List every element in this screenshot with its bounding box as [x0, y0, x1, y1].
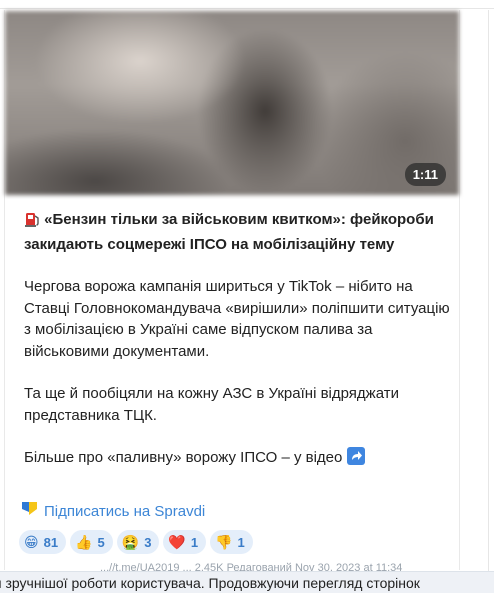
reaction-thumbs-up[interactable]: 👍 5	[70, 530, 113, 554]
ukraine-flag-check-icon	[20, 500, 40, 522]
post-text: «Бензин тільки за військовим квитком»: ф…	[24, 209, 454, 472]
post-paragraph-2: Та ще й пообіцяли на кожну АЗС в Україні…	[24, 385, 399, 424]
post-paragraph-3: Більше про «паливну» ворожу ІПСО – у від…	[24, 447, 454, 472]
reaction-count: 5	[97, 534, 105, 550]
scrollbar-track[interactable]	[488, 10, 489, 575]
reaction-vomit[interactable]: 🤮 3	[116, 530, 160, 554]
heart-emoji-icon: ❤️	[168, 534, 186, 550]
cookie-banner: я зручнішої роботи користувача. Продовжу…	[0, 571, 494, 593]
post-headline-text: «Бензин тільки за військовим квитком»: ф…	[24, 211, 434, 253]
subscribe-link[interactable]: Підписатись на Spravdi	[20, 500, 205, 522]
thumbs-down-emoji-icon: 👎	[215, 534, 233, 550]
top-divider	[0, 8, 494, 9]
reaction-heart[interactable]: ❤️ 1	[163, 530, 207, 554]
reactions-bar: 😁 81 👍 5 🤮 3 ❤️ 1 👎 1	[19, 530, 253, 554]
reaction-count: 1	[237, 534, 245, 550]
vomit-emoji-icon: 🤮	[121, 534, 140, 550]
share-arrow-icon	[346, 447, 365, 472]
subscribe-link-label[interactable]: Підписатись на Spravdi	[44, 503, 205, 520]
reaction-thumbs-down[interactable]: 👎 1	[210, 530, 253, 554]
cookie-banner-text: я зручнішої роботи користувача. Продовжу…	[0, 575, 420, 591]
grin-emoji-icon: 😁	[24, 534, 39, 550]
post-headline: «Бензин тільки за військовим квитком»: ф…	[24, 209, 454, 255]
reaction-count: 3	[144, 534, 152, 550]
fuel-pump-icon	[24, 210, 40, 234]
video-player[interactable]: 1:11	[5, 11, 459, 195]
video-duration-badge: 1:11	[404, 163, 446, 186]
reaction-count: 1	[190, 534, 199, 550]
thumbs-up-emoji-icon: 👍	[75, 534, 93, 550]
post-paragraph-1: Чергова ворожа кампанія шириться у TikTo…	[24, 278, 450, 360]
reaction-count: 81	[43, 534, 59, 550]
reaction-grin[interactable]: 😁 81	[19, 530, 67, 554]
